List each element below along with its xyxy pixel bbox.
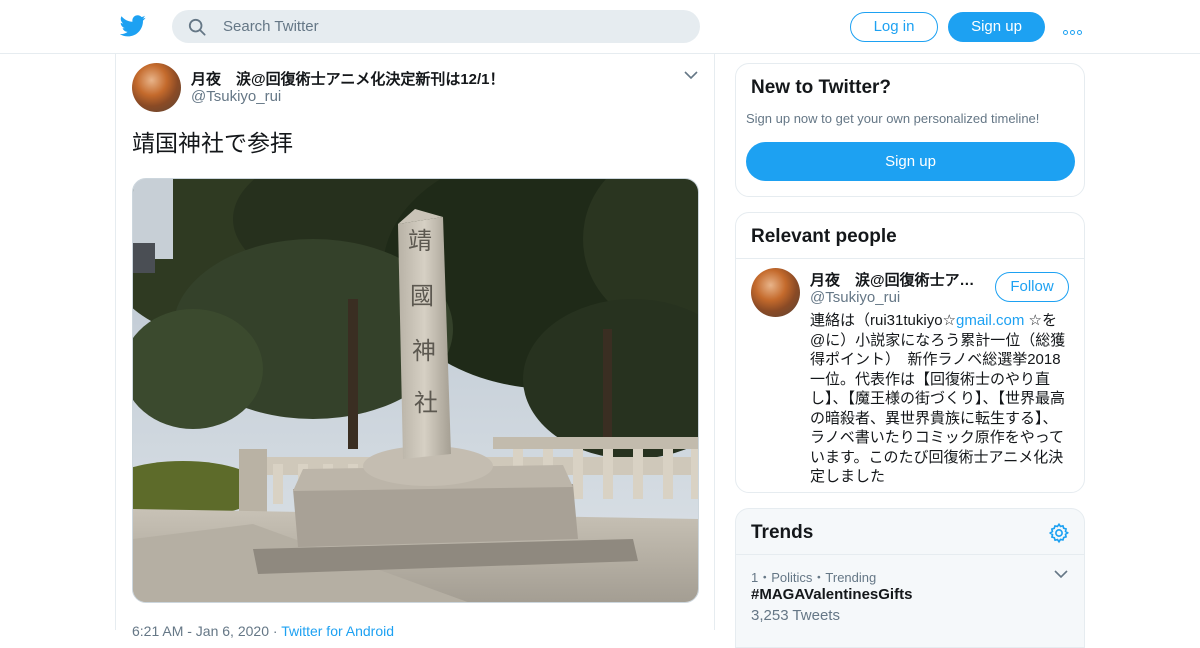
person-handle[interactable]: @Tsukiyo_rui	[810, 289, 900, 306]
relevant-people-title: Relevant people	[751, 226, 897, 247]
avatar[interactable]	[751, 268, 800, 317]
tweet-author-handle[interactable]: @Tsukiyo_rui	[191, 88, 281, 105]
follow-button[interactable]: Follow	[995, 272, 1069, 302]
login-button[interactable]: Log in	[850, 12, 938, 42]
search-bar[interactable]: Search Twitter	[172, 10, 700, 43]
gear-icon[interactable]	[1048, 522, 1070, 544]
tweet-meta: 6:21 AM - Jan 6, 2020 · Twitter for Andr…	[132, 623, 395, 639]
top-navigation-bar: Search Twitter Log in Sign up	[0, 0, 1200, 54]
tweet-source-link[interactable]: Twitter for Android	[281, 623, 394, 639]
tweet-card: 月夜 涙@回復術士アニメ化決定新刊は12/1！ @Tsukiyo_rui 靖国神…	[115, 54, 715, 639]
trends-title: Trends	[751, 522, 814, 543]
pillar-character-2: 國	[410, 282, 434, 310]
tweet-author-name[interactable]: 月夜 涙@回復術士アニメ化決定新刊は12/1！	[191, 68, 505, 89]
divider	[736, 554, 1084, 555]
chevron-down-icon[interactable]	[1054, 569, 1068, 579]
trend-meta: 1・Politics・Trending	[751, 570, 877, 585]
tweet-photo[interactable]: 靖 國 神 社	[132, 178, 699, 603]
trends-card: Trends 1・Politics・Trending #MAGAValentin…	[735, 508, 1085, 648]
trend-tweet-count: 3,253 Tweets	[751, 607, 840, 624]
sidebar-signup-button[interactable]: Sign up	[746, 142, 1075, 181]
bio-text-suffix: ☆を@に）小説家になろう累計一位（総獲得ポイント） 新作ラノベ総選挙2018一位…	[810, 312, 1066, 485]
search-placeholder[interactable]: Search Twitter	[223, 18, 319, 35]
search-icon	[188, 18, 206, 36]
relevant-people-card: Relevant people 月夜 涙@回復術士アニメ化決定新刊は12/1！ …	[735, 212, 1085, 493]
twitter-bird-icon[interactable]	[120, 14, 146, 38]
avatar[interactable]	[132, 63, 181, 112]
pillar-character-3: 神	[412, 337, 436, 365]
signup-button[interactable]: Sign up	[948, 12, 1045, 42]
pillar-character-4: 社	[414, 389, 438, 417]
tweet-text: 靖国神社で参拝	[132, 130, 293, 156]
divider	[736, 258, 1084, 259]
chevron-down-icon[interactable]	[684, 70, 698, 80]
new-to-twitter-card: New to Twitter? Sign up now to get your …	[735, 63, 1085, 197]
person-name[interactable]: 月夜 涙@回復術士アニメ化決定新刊は12/1！	[810, 269, 982, 290]
bio-text-prefix: 連絡は（rui31tukiyo☆	[810, 312, 956, 329]
bio-link[interactable]: gmail.com	[956, 312, 1024, 329]
more-dots-icon[interactable]	[1063, 22, 1087, 35]
new-to-twitter-subtitle: Sign up now to get your own personalized…	[746, 111, 1040, 126]
new-to-twitter-title: New to Twitter?	[751, 77, 892, 98]
trend-name[interactable]: #MAGAValentinesGifts	[751, 586, 912, 603]
person-bio: 連絡は（rui31tukiyo☆gmail.com ☆を@に）小説家になろう累計…	[810, 311, 1072, 487]
tweet-timestamp[interactable]: 6:21 AM - Jan 6, 2020	[132, 623, 269, 639]
shrine-stone-pillar-image: 靖 國 神 社	[133, 179, 698, 602]
pillar-character-1: 靖	[408, 227, 432, 255]
